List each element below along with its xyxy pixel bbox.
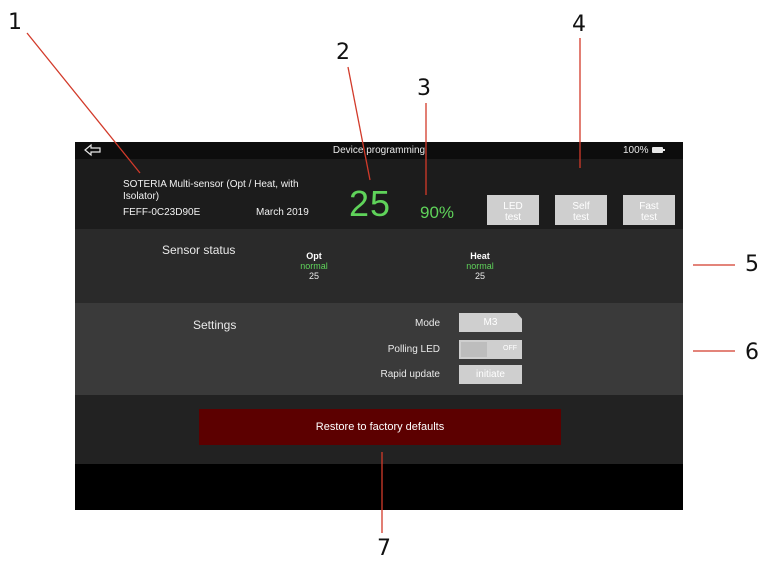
- restore-defaults-button[interactable]: Restore to factory defaults: [199, 409, 561, 445]
- initiate-button[interactable]: initiate: [459, 365, 522, 384]
- led-test-button[interactable]: LED test: [487, 195, 539, 225]
- fast-test-label-2: test: [640, 211, 658, 223]
- toggle-knob: [461, 342, 487, 357]
- sensor-name: Opt: [306, 251, 322, 261]
- mode-select[interactable]: M3: [459, 313, 522, 332]
- callout-5: 5: [745, 252, 759, 277]
- percent-value: 90%: [420, 203, 455, 222]
- self-test-button[interactable]: Self test: [555, 195, 607, 225]
- status-bar: Device programming 100%: [75, 142, 683, 159]
- main-value: 25: [349, 183, 392, 224]
- fast-test-button[interactable]: Fast test: [623, 195, 675, 225]
- sensor-name: Heat: [470, 251, 490, 261]
- sensor-opt: Opt normal 25: [284, 251, 344, 281]
- settings-label: Settings: [193, 318, 237, 332]
- callout-3: 3: [417, 76, 431, 101]
- callout-1: 1: [8, 10, 22, 35]
- sensor-heat: Heat normal 25: [450, 251, 510, 281]
- callout-7: 7: [377, 536, 391, 561]
- restore-section: Restore to factory defaults: [75, 395, 683, 464]
- sensor-state: normal: [466, 261, 494, 271]
- settings-panel: Settings Mode M3 Polling LED OFF Rapid u…: [75, 303, 683, 395]
- device-screen: Device programming 100% SOTERIA Multi-se…: [75, 142, 683, 510]
- self-test-label-1: Self: [572, 200, 590, 212]
- battery-percent: 100%: [623, 145, 649, 156]
- device-header: SOTERIA Multi-sensor (Opt / Heat, with I…: [75, 159, 683, 229]
- sensor-status-panel: Sensor status Opt normal 25 Heat normal …: [75, 229, 683, 303]
- device-serial: FEFF-0C23D90E: [123, 207, 201, 218]
- device-name: SOTERIA Multi-sensor (Opt / Heat, with I…: [123, 179, 299, 202]
- mode-label: Mode: [414, 318, 440, 329]
- toggle-state: OFF: [503, 345, 517, 352]
- sensor-value: 25: [474, 271, 485, 281]
- polling-led-label: Polling LED: [387, 344, 440, 355]
- callout-2: 2: [336, 40, 350, 65]
- rapid-update-label: Rapid update: [380, 369, 441, 380]
- led-test-label-1: LED: [503, 200, 523, 212]
- bottom-bar: [75, 464, 683, 510]
- sensor-state: normal: [300, 261, 328, 271]
- callout-4: 4: [572, 12, 586, 37]
- battery-icon: [652, 147, 665, 153]
- sensor-status-label: Sensor status: [162, 243, 236, 257]
- callout-6: 6: [745, 340, 759, 365]
- led-test-label-2: test: [504, 211, 522, 223]
- polling-led-toggle[interactable]: OFF: [459, 340, 522, 359]
- sensor-value: 25: [308, 271, 319, 281]
- page-title: Device programming: [332, 145, 426, 156]
- self-test-label-2: test: [572, 211, 590, 223]
- device-date: March 2019: [256, 207, 309, 218]
- fast-test-label-1: Fast: [639, 200, 659, 212]
